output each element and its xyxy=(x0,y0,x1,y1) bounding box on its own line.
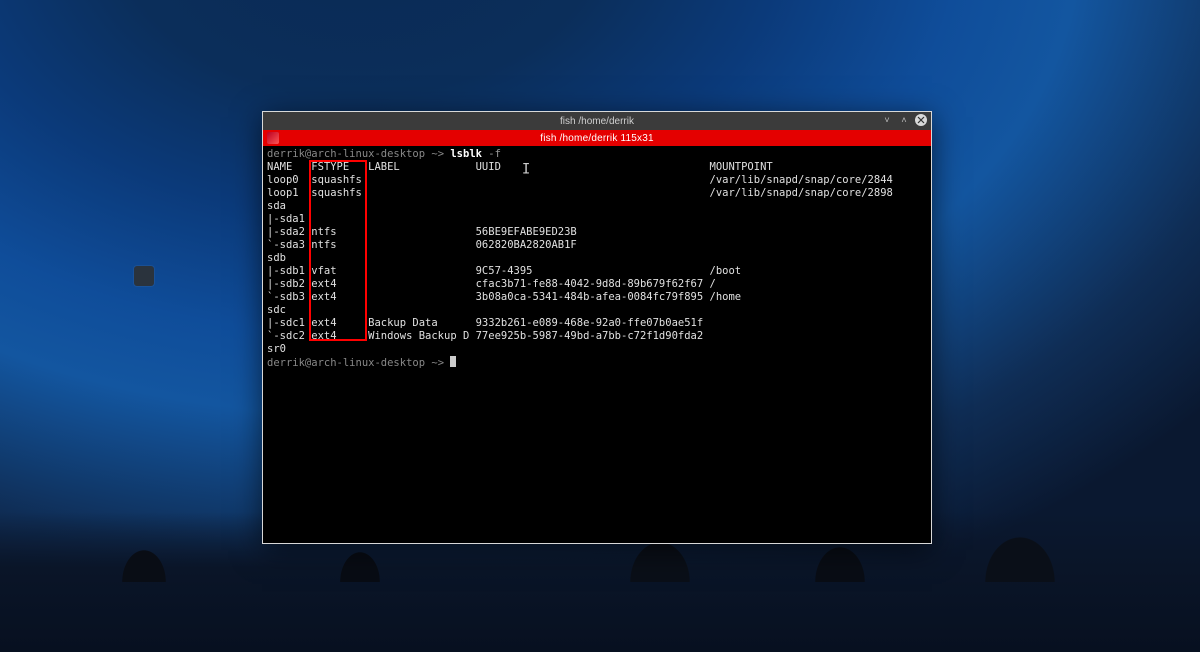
fstype-column-highlight xyxy=(309,160,367,341)
desktop-panel-icon[interactable] xyxy=(134,266,154,286)
window-title: fish /home/derrik xyxy=(560,116,634,127)
window-minimize-button[interactable]: ˅ xyxy=(881,114,893,126)
terminal-app-icon xyxy=(267,132,279,144)
window-close-button[interactable] xyxy=(915,114,927,126)
terminal-tab-title: fish /home/derrik 115x31 xyxy=(540,133,654,144)
window-maximize-button[interactable]: ˄ xyxy=(898,114,910,126)
desktop-wallpaper: fish /home/derrik ˅ ˄ fish /home/derrik … xyxy=(0,0,1200,652)
window-titlebar[interactable]: fish /home/derrik ˅ ˄ xyxy=(263,112,931,130)
terminal-window: fish /home/derrik ˅ ˄ fish /home/derrik … xyxy=(262,111,932,544)
terminal-tab-bar[interactable]: fish /home/derrik 115x31 xyxy=(263,130,931,146)
terminal-output[interactable]: derrik@arch-linux-desktop ~> lsblk -f NA… xyxy=(263,146,931,543)
text-caret-icon: I xyxy=(522,164,530,177)
terminal-cursor xyxy=(450,356,456,367)
